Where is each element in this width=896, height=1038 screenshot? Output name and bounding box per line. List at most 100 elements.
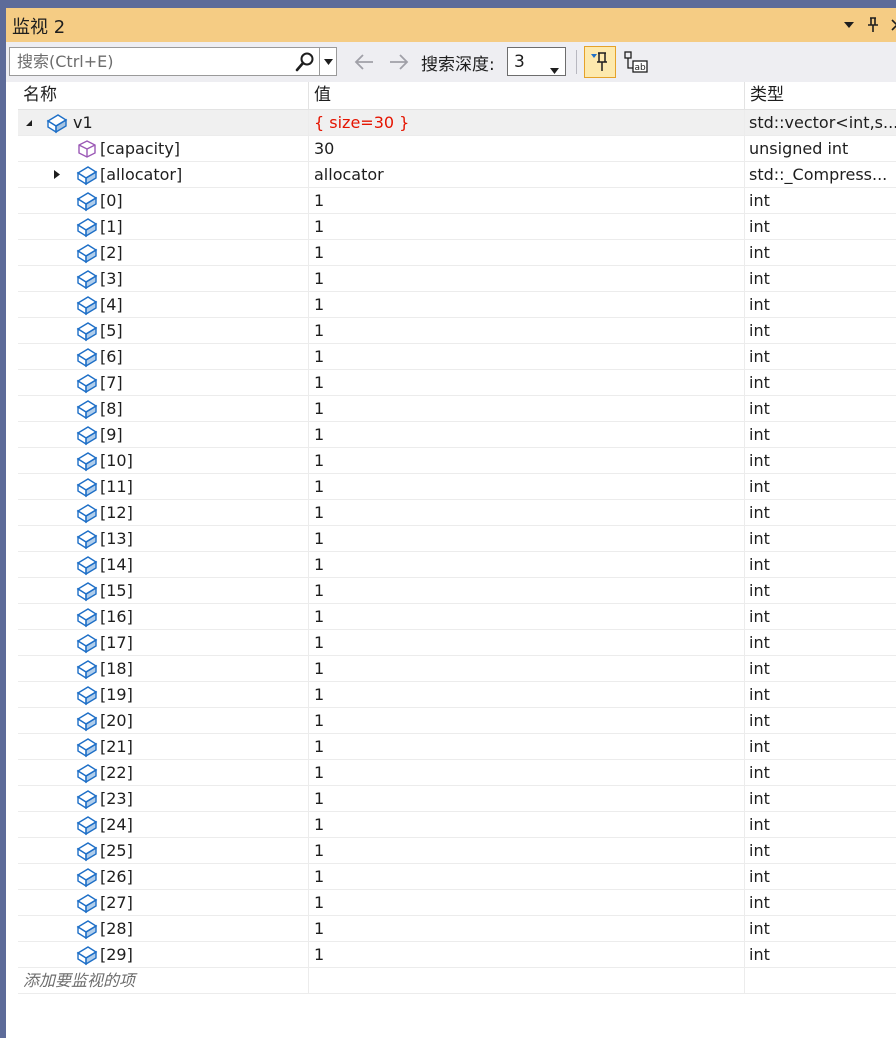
watch-row[interactable]: [8] 1 int bbox=[18, 396, 896, 422]
column-value-header[interactable]: 值 bbox=[308, 82, 744, 109]
watch-row[interactable]: [0] 1 int bbox=[18, 188, 896, 214]
value-cell[interactable]: allocator bbox=[308, 162, 744, 187]
search-depth-select[interactable]: 3 bbox=[507, 47, 566, 76]
value-cell[interactable]: 1 bbox=[308, 240, 744, 265]
watch-row[interactable]: [21] 1 int bbox=[18, 734, 896, 760]
type-cell: int bbox=[744, 682, 896, 707]
close-icon[interactable] bbox=[886, 14, 896, 36]
value-cell[interactable]: 1 bbox=[308, 578, 744, 603]
name-cell: [18] bbox=[18, 656, 308, 681]
value-cell[interactable]: { size=30 } bbox=[308, 110, 744, 135]
watch-row[interactable]: [29] 1 int bbox=[18, 942, 896, 968]
collapse-triangle-icon[interactable] bbox=[22, 110, 36, 135]
value-cell[interactable]: 1 bbox=[308, 630, 744, 655]
watch-row[interactable]: [1] 1 int bbox=[18, 214, 896, 240]
hex-ab-icon[interactable]: ab bbox=[620, 46, 652, 78]
watch-row[interactable]: [5] 1 int bbox=[18, 318, 896, 344]
name-cell: [23] bbox=[18, 786, 308, 811]
watch-row[interactable]: [24] 1 int bbox=[18, 812, 896, 838]
watch-row[interactable]: [20] 1 int bbox=[18, 708, 896, 734]
watch-row[interactable]: [18] 1 int bbox=[18, 656, 896, 682]
search-history-dropdown[interactable] bbox=[319, 48, 337, 75]
value-cell[interactable]: 1 bbox=[308, 656, 744, 681]
name-cell: [10] bbox=[18, 448, 308, 473]
value-cell[interactable]: 1 bbox=[308, 292, 744, 317]
value-cell[interactable]: 1 bbox=[308, 708, 744, 733]
value-cell[interactable]: 1 bbox=[308, 188, 744, 213]
value-cell[interactable]: 1 bbox=[308, 526, 744, 551]
row-name: [capacity] bbox=[100, 139, 181, 158]
watch-row[interactable]: [23] 1 int bbox=[18, 786, 896, 812]
watch-row[interactable]: [allocator] allocator std::_Compress... bbox=[18, 162, 896, 188]
type-cell: int bbox=[744, 760, 896, 785]
watch-row[interactable]: [11] 1 int bbox=[18, 474, 896, 500]
value-cell[interactable]: 1 bbox=[308, 396, 744, 421]
value-cell[interactable]: 1 bbox=[308, 604, 744, 629]
value-cell[interactable]: 1 bbox=[308, 786, 744, 811]
arrow-left-icon[interactable] bbox=[352, 50, 376, 74]
arrow-right-icon[interactable] bbox=[387, 50, 411, 74]
watch-row[interactable]: [6] 1 int bbox=[18, 344, 896, 370]
watch-row[interactable]: [13] 1 int bbox=[18, 526, 896, 552]
value-cell[interactable]: 1 bbox=[308, 266, 744, 291]
value-cell[interactable]: 1 bbox=[308, 942, 744, 967]
watch-row[interactable]: [12] 1 int bbox=[18, 500, 896, 526]
pin-toolbar-icon[interactable] bbox=[584, 46, 616, 78]
watch-row[interactable]: [14] 1 int bbox=[18, 552, 896, 578]
add-watch-row[interactable]: 添加要监视的项 bbox=[18, 968, 896, 994]
value-cell[interactable]: 1 bbox=[308, 916, 744, 941]
row-name: [26] bbox=[100, 867, 133, 886]
name-cell: [25] bbox=[18, 838, 308, 863]
value-cell[interactable]: 1 bbox=[308, 370, 744, 395]
watch-row[interactable]: [capacity] 30 unsigned int bbox=[18, 136, 896, 162]
expand-triangle-icon[interactable] bbox=[50, 162, 64, 187]
search-input[interactable] bbox=[10, 48, 292, 75]
watch-row[interactable]: [27] 1 int bbox=[18, 890, 896, 916]
value-cell[interactable]: 1 bbox=[308, 812, 744, 837]
search-icon[interactable] bbox=[294, 51, 316, 73]
watch-row[interactable]: [4] 1 int bbox=[18, 292, 896, 318]
row-name: [15] bbox=[100, 581, 133, 600]
watch-row[interactable]: [9] 1 int bbox=[18, 422, 896, 448]
value-cell[interactable]: 1 bbox=[308, 734, 744, 759]
value-cell[interactable]: 30 bbox=[308, 136, 744, 161]
add-watch-input[interactable]: 添加要监视的项 bbox=[18, 968, 308, 993]
name-cell: [1] bbox=[18, 214, 308, 239]
value-cell[interactable]: 1 bbox=[308, 500, 744, 525]
watch-row[interactable]: [2] 1 int bbox=[18, 240, 896, 266]
watch-row[interactable]: [17] 1 int bbox=[18, 630, 896, 656]
name-cell: [5] bbox=[18, 318, 308, 343]
pin-icon[interactable] bbox=[862, 14, 884, 36]
value-cell[interactable]: 1 bbox=[308, 552, 744, 577]
value-cell[interactable]: 1 bbox=[308, 344, 744, 369]
column-type-header[interactable]: 类型 bbox=[744, 82, 896, 109]
watch-row[interactable]: [26] 1 int bbox=[18, 864, 896, 890]
value-cell[interactable]: 1 bbox=[308, 318, 744, 343]
watch-row[interactable]: [3] 1 int bbox=[18, 266, 896, 292]
row-name: [12] bbox=[100, 503, 133, 522]
column-name-header[interactable]: 名称 bbox=[18, 82, 308, 109]
value-cell[interactable]: 1 bbox=[308, 474, 744, 499]
watch-row[interactable]: [10] 1 int bbox=[18, 448, 896, 474]
field-blue-icon bbox=[76, 346, 98, 368]
watch-row[interactable]: [19] 1 int bbox=[18, 682, 896, 708]
value-cell[interactable]: 1 bbox=[308, 838, 744, 863]
watch-row[interactable]: [16] 1 int bbox=[18, 604, 896, 630]
triangle-down-icon[interactable] bbox=[838, 14, 860, 36]
value-cell[interactable]: 1 bbox=[308, 864, 744, 889]
value-cell[interactable]: 1 bbox=[308, 682, 744, 707]
watch-row[interactable]: [25] 1 int bbox=[18, 838, 896, 864]
value-cell[interactable]: 1 bbox=[308, 422, 744, 447]
watch-row[interactable]: [15] 1 int bbox=[18, 578, 896, 604]
value-cell[interactable]: 1 bbox=[308, 760, 744, 785]
watch-row-v1[interactable]: v1 { size=30 } std::vector<int,s... bbox=[18, 110, 896, 136]
value-cell[interactable]: 1 bbox=[308, 890, 744, 915]
row-name: [16] bbox=[100, 607, 133, 626]
watch-row[interactable]: [22] 1 int bbox=[18, 760, 896, 786]
watch-toolbar: 搜索深度: 3 ab bbox=[6, 42, 896, 82]
value-cell[interactable]: 1 bbox=[308, 448, 744, 473]
watch-row[interactable]: [28] 1 int bbox=[18, 916, 896, 942]
value-cell[interactable]: 1 bbox=[308, 214, 744, 239]
watch-row[interactable]: [7] 1 int bbox=[18, 370, 896, 396]
row-name: [22] bbox=[100, 763, 133, 782]
